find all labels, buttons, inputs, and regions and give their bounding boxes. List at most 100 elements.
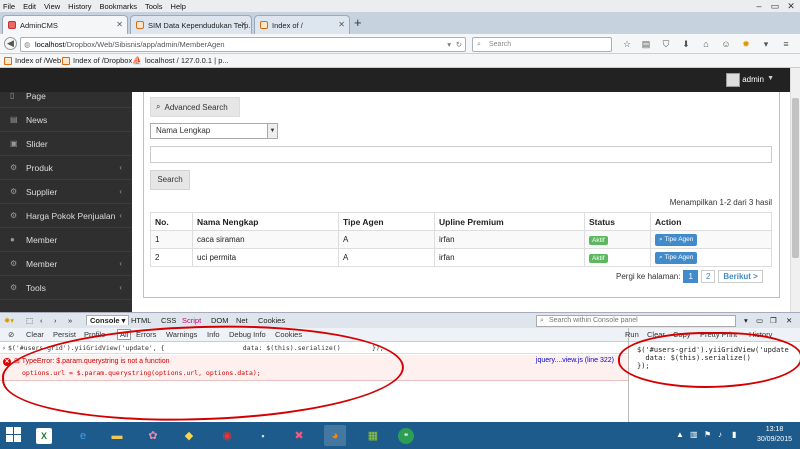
reload-icon[interactable]: ↻	[456, 38, 462, 51]
col-upline[interactable]: Upline Premium	[434, 212, 585, 231]
filter-debug-info[interactable]: Debug Info	[229, 330, 266, 339]
command-prompt-icon[interactable]: ▪	[252, 425, 274, 446]
panel-options-icon[interactable]: ▾	[744, 316, 748, 325]
tab-index-of[interactable]: Index of / ✕	[254, 15, 350, 34]
url-bar[interactable]: ◍ localhost/Dropbox/Web/Sibisnis/app/adm…	[20, 37, 466, 52]
search-button[interactable]: Search	[150, 170, 190, 190]
page-2-button[interactable]: 2	[700, 270, 716, 283]
select-arrow-icon[interactable]: ▼	[267, 124, 277, 138]
tray-flag-icon[interactable]: ⚑	[704, 430, 711, 439]
tab-cookies[interactable]: Cookies	[258, 316, 285, 325]
col-status[interactable]: Status	[584, 212, 651, 231]
sidebar-item-news[interactable]: ▤ News	[0, 108, 132, 132]
run-button[interactable]: Run	[625, 330, 639, 339]
copy-button[interactable]: Copy	[673, 330, 691, 339]
console-search-input[interactable]: ⌕ Search within Console panel	[536, 315, 736, 327]
minimize-icon[interactable]: –	[752, 0, 766, 12]
tipe-agen-button[interactable]: ⌕ Tipe Agen	[655, 233, 698, 246]
chat-icon[interactable]: ☺	[720, 38, 732, 50]
firebug-icon[interactable]: ✹	[740, 38, 752, 50]
menu-file[interactable]: File	[3, 2, 15, 11]
bookmark-star-icon[interactable]: ☆	[621, 38, 633, 50]
inspect-icon[interactable]: ⬚	[26, 316, 33, 325]
sidebar-item-slider[interactable]: ▣ Slider	[0, 132, 132, 156]
next-page-button[interactable]: Berikut >	[718, 270, 763, 283]
paint-icon[interactable]: ✿	[142, 425, 164, 446]
tab-console[interactable]: Console ▾	[86, 315, 130, 325]
sidebar-item-member-group[interactable]: ⚙ Member ‹	[0, 252, 132, 276]
browser-search-input[interactable]: ⌕ Search	[472, 37, 612, 52]
filter-errors[interactable]: Errors	[136, 330, 156, 339]
pocket-icon[interactable]: ⛉	[660, 38, 672, 50]
tab-html[interactable]: HTML	[131, 316, 151, 325]
bookmark-phpmyadmin[interactable]: ⛵ localhost / 127.0.0.1 | p...	[132, 56, 229, 65]
forward-arrow-icon[interactable]: ›	[54, 316, 57, 325]
reading-list-icon[interactable]: ▤	[640, 38, 652, 50]
filter-all[interactable]: All	[117, 329, 132, 340]
hangouts-icon[interactable]: ❝	[398, 428, 414, 444]
clear-button[interactable]: Clear	[647, 330, 665, 339]
tipe-agen-button[interactable]: ⌕ Tipe Agen	[655, 251, 698, 264]
file-explorer-icon[interactable]: ▬	[106, 425, 128, 446]
filter-cookies[interactable]: Cookies	[275, 330, 302, 339]
maximize-icon[interactable]: ▭	[768, 0, 782, 12]
close-window-icon[interactable]: ✕	[784, 0, 798, 12]
filter-clear[interactable]: Clear	[26, 330, 44, 339]
tab-script[interactable]: Script	[182, 316, 201, 325]
back-icon[interactable]: ◀	[4, 37, 17, 50]
advanced-search-button[interactable]: ⌕ Advanced Search	[150, 97, 240, 117]
sidebar-item-page[interactable]: ▯ Page	[0, 84, 132, 108]
menu-history[interactable]: History	[68, 2, 91, 11]
tray-volume-icon[interactable]: ♪	[718, 430, 722, 439]
page-scrollbar[interactable]	[790, 68, 800, 312]
step-icon[interactable]: »	[68, 316, 72, 325]
tray-signal-icon[interactable]: ▮	[732, 430, 736, 439]
history-button[interactable]: History	[749, 330, 772, 339]
sidebar-item-tools[interactable]: ⚙ Tools ‹	[0, 276, 132, 300]
internet-explorer-icon[interactable]: e	[72, 425, 94, 446]
sidebar-item-harga-pokok[interactable]: ⚙ Harga Pokok Penjualan ‹	[0, 204, 132, 228]
clear-icon[interactable]: ⊘	[8, 330, 14, 339]
sublime-icon[interactable]: ◆	[178, 425, 200, 446]
search-field-select[interactable]: Nama Lengkap ▼	[150, 123, 278, 139]
filter-info[interactable]: Info	[207, 330, 220, 339]
col-tipe-agen[interactable]: Tipe Agen	[338, 212, 435, 231]
back-arrow-icon[interactable]: ‹	[40, 316, 43, 325]
home-icon[interactable]: ⌂	[700, 38, 712, 50]
tab-sim-data[interactable]: SIM Data Kependudukan Terp... ✕	[130, 15, 252, 34]
new-tab-icon[interactable]: +	[354, 15, 362, 30]
console-error-row[interactable]: ✕ ⊞ TypeError: $.param.querystring is no…	[0, 355, 628, 381]
menu-bookmarks[interactable]: Bookmarks	[100, 2, 138, 11]
scrollbar-thumb[interactable]	[792, 98, 799, 258]
filter-persist[interactable]: Persist	[53, 330, 76, 339]
addon-dropdown-icon[interactable]: ▾	[760, 38, 772, 50]
filter-warnings[interactable]: Warnings	[166, 330, 197, 339]
menu-tools[interactable]: Tools	[145, 2, 163, 11]
page-1-button[interactable]: 1	[683, 270, 698, 283]
bookmark-index-web[interactable]: Index of /Web	[4, 56, 61, 65]
close-tab-icon[interactable]: ✕	[116, 20, 123, 29]
menu-view[interactable]: View	[44, 2, 60, 11]
bookmark-index-dropbox[interactable]: Index of /Dropbox	[62, 56, 132, 65]
pretty-print-button[interactable]: Pretty Print	[700, 330, 737, 339]
caret-down-icon[interactable]: ▼	[767, 75, 774, 82]
avatar[interactable]	[726, 73, 740, 87]
username[interactable]: admin	[742, 75, 764, 84]
firefox-icon[interactable]: ◕	[324, 425, 346, 446]
error-source-link[interactable]: jquery....view.js (line 322)	[536, 357, 614, 364]
col-no[interactable]: No.	[150, 212, 193, 231]
close-panel-icon[interactable]: ✕	[786, 316, 792, 325]
downloads-icon[interactable]: ⬇	[680, 38, 692, 50]
hamburger-menu-icon[interactable]: ≡	[780, 38, 792, 50]
system-clock[interactable]: 13:18 30/09/2015	[757, 425, 792, 445]
command-editor-code[interactable]: $('#users-grid').yiiGridView('update dat…	[637, 346, 789, 370]
excel-icon[interactable]: X	[36, 428, 52, 444]
sidebar-item-member[interactable]: ● Member	[0, 228, 132, 252]
tab-css[interactable]: CSS	[161, 316, 176, 325]
firebug-logo-icon[interactable]: ✹▾	[4, 316, 14, 325]
col-nama[interactable]: Nama Nengkap	[192, 212, 339, 231]
tray-network-icon[interactable]: ▥	[690, 430, 698, 439]
detach-panel-icon[interactable]: ❐	[770, 316, 777, 325]
sidebar-item-produk[interactable]: ⚙ Produk ‹	[0, 156, 132, 180]
search-keyword-input[interactable]	[150, 146, 772, 163]
